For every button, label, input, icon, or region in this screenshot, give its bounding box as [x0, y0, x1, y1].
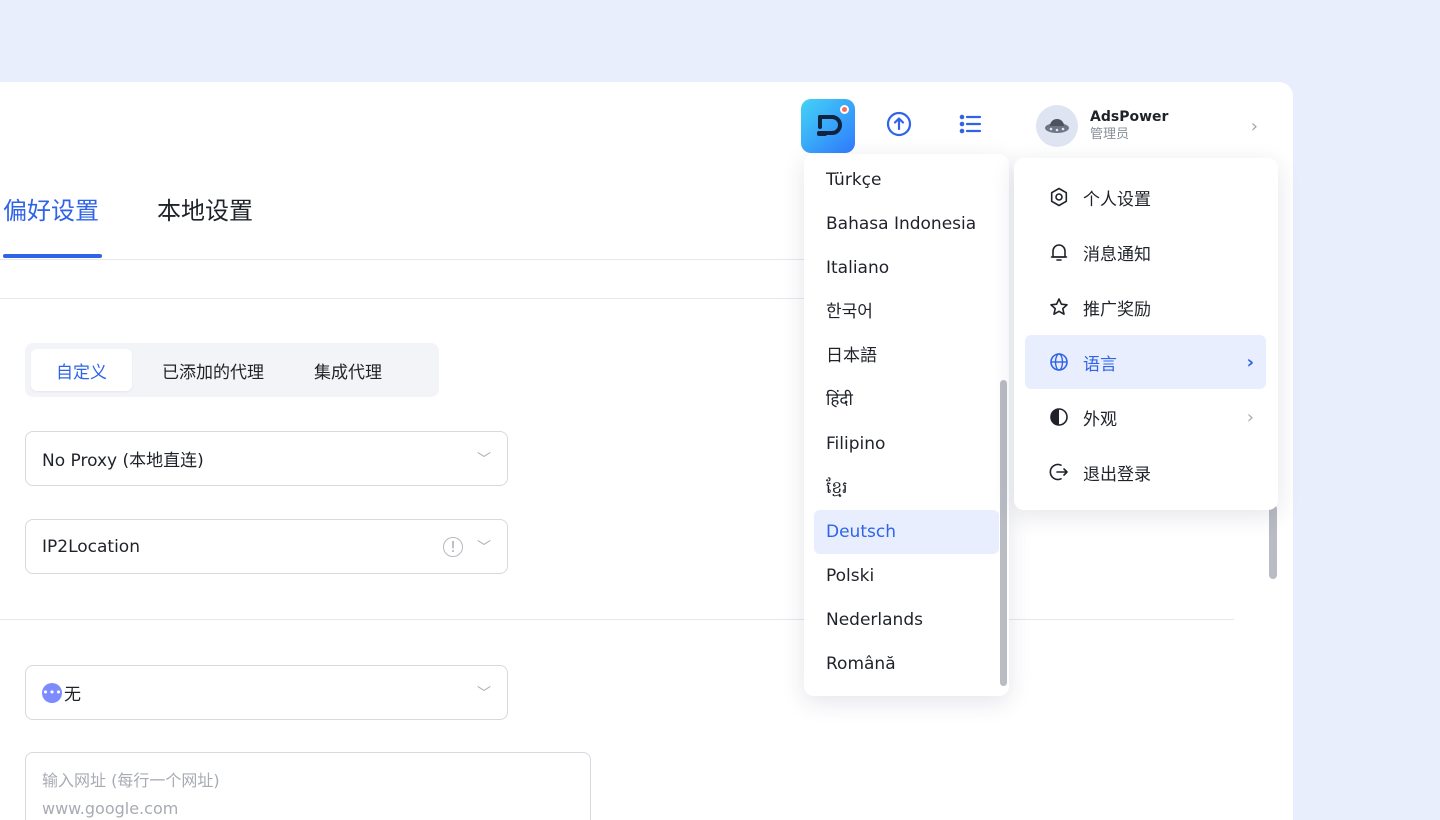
chevron-down-icon: ﹀	[477, 685, 491, 702]
language-option-filipino[interactable]: Filipino	[814, 422, 999, 466]
language-option-khmer[interactable]: ខ្មែរ	[814, 466, 999, 510]
menu-item-label: 退出登录	[1083, 464, 1151, 485]
info-icon[interactable]: !	[443, 536, 463, 557]
segment-custom[interactable]: 自定义	[31, 349, 132, 391]
extension-select-value: 无	[64, 685, 81, 705]
menu-item-personal-settings[interactable]: 个人设置	[1025, 170, 1266, 224]
list-icon	[957, 111, 983, 141]
proxy-type-segmented-control: 自定义 已添加的代理 集成代理	[25, 343, 439, 397]
language-option-turkish[interactable]: Türkçe	[814, 158, 999, 202]
language-option-romanian[interactable]: Română	[814, 642, 999, 686]
menu-item-label: 推广奖励	[1083, 299, 1151, 320]
profile-menu-trigger[interactable]: AdsPower 管理员 ›	[1014, 98, 1278, 154]
url-textarea-placeholder-line1: 输入网址 (每行一个网址)	[42, 771, 220, 790]
url-textarea[interactable]: 输入网址 (每行一个网址) www.google.com	[25, 752, 591, 820]
tab-local-settings[interactable]: 本地设置	[157, 195, 253, 227]
menu-item-appearance[interactable]: 外观 ›	[1025, 390, 1266, 444]
ip-lookup-select-value: IP2Location	[42, 536, 140, 557]
language-option-indonesian[interactable]: Bahasa Indonesia	[814, 202, 999, 246]
section-divider	[0, 619, 1234, 620]
menu-item-label: 消息通知	[1083, 244, 1151, 265]
app-launcher-button[interactable]	[800, 98, 855, 153]
notification-dot	[839, 104, 849, 114]
chevron-right-icon: ›	[1246, 406, 1254, 428]
logout-icon	[1047, 462, 1071, 482]
profile-role: 管理员	[1090, 127, 1130, 142]
language-option-japanese[interactable]: 日本語	[814, 334, 999, 378]
active-tab-indicator	[3, 254, 102, 258]
avatar	[1036, 105, 1078, 147]
language-option-german[interactable]: Deutsch	[814, 510, 999, 554]
menu-item-notifications[interactable]: 消息通知	[1025, 225, 1266, 279]
task-list-button[interactable]	[942, 98, 997, 153]
ip-lookup-select[interactable]: IP2Location ! ﹀	[25, 519, 508, 574]
proxy-select[interactable]: No Proxy (本地直连) ﹀	[25, 431, 508, 486]
page-scrollbar[interactable]	[1269, 505, 1277, 579]
ufo-avatar-icon	[1045, 119, 1069, 133]
language-option-hindi[interactable]: हिंदी	[814, 378, 999, 422]
bell-icon	[1047, 242, 1071, 262]
user-dropdown-menu: 个人设置 消息通知 推广奖励 语言 › 外观 › 退出登录	[1014, 158, 1278, 510]
language-option-polish[interactable]: Polski	[814, 554, 999, 598]
chevron-down-icon: ﹀	[477, 539, 491, 556]
app-logo-icon	[800, 98, 855, 153]
chevron-right-icon: ›	[1246, 351, 1254, 373]
menu-item-language[interactable]: 语言 ›	[1025, 335, 1266, 389]
segment-integrated-proxies[interactable]: 集成代理	[292, 349, 404, 391]
settings-tabs: 偏好设置 本地设置	[0, 170, 810, 260]
gear-icon	[1047, 187, 1071, 207]
language-option-korean[interactable]: 한국어	[814, 290, 999, 334]
chevron-down-icon: ﹀	[477, 451, 491, 468]
language-submenu: Türkçe Bahasa Indonesia Italiano 한국어 日本語…	[804, 154, 1009, 696]
segment-added-proxies[interactable]: 已添加的代理	[132, 349, 292, 391]
sync-button[interactable]	[871, 98, 926, 153]
language-list-scrollbar[interactable]	[1000, 380, 1007, 686]
language-option-dutch[interactable]: Nederlands	[814, 598, 999, 642]
menu-item-referral-rewards[interactable]: 推广奖励	[1025, 280, 1266, 334]
profile-name: AdsPower	[1090, 109, 1169, 125]
more-dots-icon: •••	[42, 682, 62, 703]
extension-select[interactable]: ••• 无 ﹀	[25, 665, 508, 720]
contrast-icon	[1047, 407, 1071, 427]
language-option-italian[interactable]: Italiano	[814, 246, 999, 290]
chevron-right-icon: ›	[1250, 115, 1258, 137]
sync-upload-icon	[885, 110, 913, 142]
menu-item-logout[interactable]: 退出登录	[1025, 445, 1266, 499]
globe-icon	[1047, 352, 1071, 372]
menu-item-label: 个人设置	[1083, 189, 1151, 210]
proxy-select-value: No Proxy (本地直连)	[42, 451, 204, 471]
menu-item-label: 外观	[1083, 409, 1117, 430]
url-textarea-placeholder-line2: www.google.com	[42, 799, 179, 818]
section-divider	[0, 298, 810, 299]
menu-item-label: 语言	[1083, 354, 1117, 375]
tab-preferences[interactable]: 偏好设置	[3, 195, 99, 227]
star-icon	[1047, 297, 1071, 317]
